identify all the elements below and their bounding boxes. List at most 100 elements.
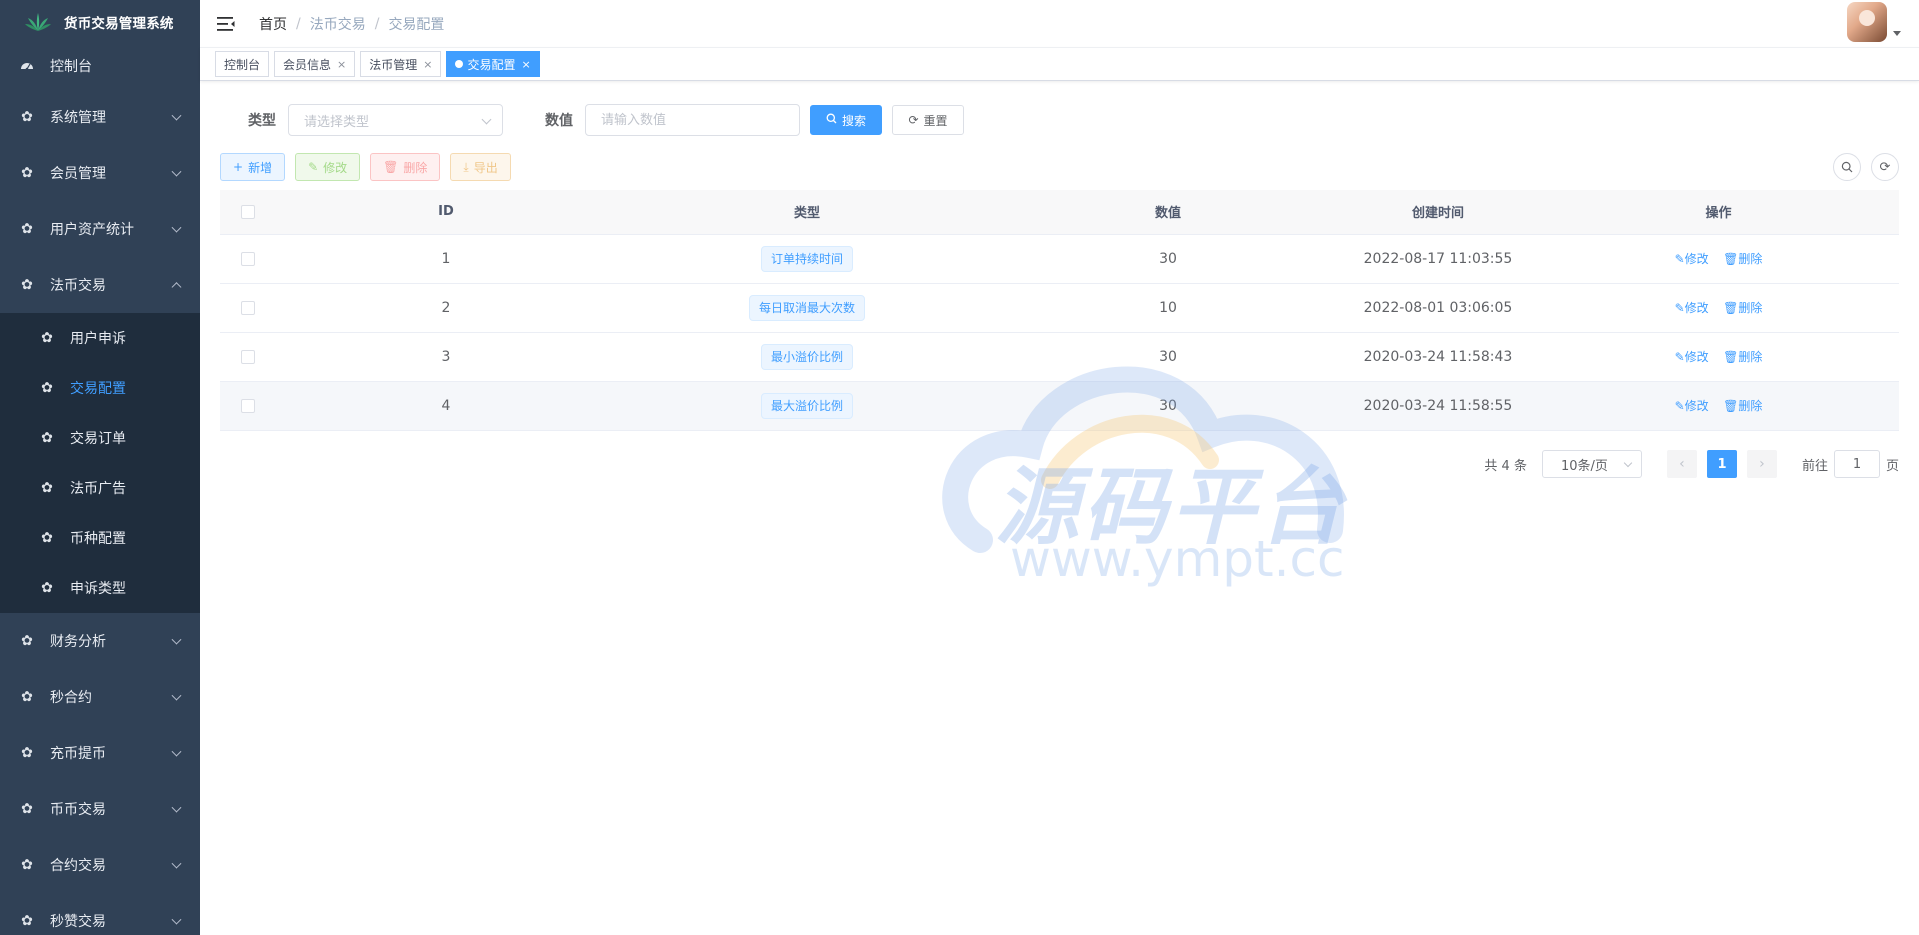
- sidebar-subitem-trade-orders[interactable]: ✿ 交易订单: [0, 413, 200, 463]
- sidebar-subitem-appeals[interactable]: ✿ 用户申诉: [0, 313, 200, 363]
- row-edit-link[interactable]: ✎修改: [1675, 350, 1709, 364]
- breadcrumb-home[interactable]: 首页: [259, 14, 287, 34]
- sidebar-item-coin-trading[interactable]: ✿ 币币交易: [0, 781, 200, 837]
- add-button-label: 新增: [248, 160, 273, 175]
- column-header: 操作: [1538, 190, 1899, 235]
- sidebar-item-deposit-withdraw[interactable]: ✿ 充币提币: [0, 725, 200, 781]
- row-edit-link[interactable]: ✎修改: [1675, 252, 1709, 266]
- type-select-placeholder: 请选择类型: [304, 114, 370, 130]
- sidebar-item-label: 会员管理: [50, 166, 106, 182]
- tag-fiat-manage[interactable]: 法币管理 ×: [360, 51, 442, 77]
- sidebar-item-label: 系统管理: [50, 110, 106, 126]
- refresh-button[interactable]: ⟳: [1871, 153, 1899, 181]
- add-button[interactable]: + 新增: [220, 153, 286, 181]
- sidebar-subitem-appeal-types[interactable]: ✿ 申诉类型: [0, 563, 200, 613]
- sidebar-item-second-contract[interactable]: ✿ 秒合约: [0, 669, 200, 725]
- tag-label: 控制台: [224, 57, 261, 72]
- column-header: 创建时间: [1338, 190, 1538, 235]
- row-checkbox[interactable]: [241, 251, 255, 266]
- row-delete-label: 删除: [1738, 350, 1763, 364]
- row-edit-label: 修改: [1684, 252, 1709, 266]
- id-cell: 1: [276, 234, 616, 284]
- value-cell: 30: [998, 381, 1338, 431]
- user-menu[interactable]: [1847, 2, 1901, 42]
- close-icon[interactable]: ×: [522, 58, 531, 71]
- search-button[interactable]: 搜索: [810, 105, 882, 135]
- sidebar-subitem-fiat-ads[interactable]: ✿ 法币广告: [0, 463, 200, 513]
- pagination: 共 4 条 10条/页 ‹ 1 › 前往 页: [1484, 450, 1899, 478]
- download-icon: ⤓: [463, 159, 469, 174]
- row-edit-link[interactable]: ✎修改: [1675, 301, 1709, 315]
- sidebar-subitem-trade-config[interactable]: ✿ 交易配置: [0, 363, 200, 413]
- select-all-checkbox[interactable]: [241, 204, 255, 219]
- row-edit-label: 修改: [1684, 350, 1709, 364]
- type-tag: 订单持续时间: [760, 245, 853, 272]
- row-delete-link[interactable]: 🗑删除: [1723, 301, 1762, 315]
- sidebar-item-dashboard[interactable]: 控制台: [0, 43, 200, 89]
- sidebar-item-asset-stats[interactable]: ✿ 用户资产统计: [0, 201, 200, 257]
- value-input[interactable]: [585, 104, 800, 136]
- sidebar-subitem-currency-config[interactable]: ✿ 币种配置: [0, 513, 200, 563]
- type-tag: 最小溢价比例: [760, 343, 853, 370]
- row-delete-link[interactable]: 🗑删除: [1723, 399, 1762, 413]
- page-number-button[interactable]: 1: [1706, 450, 1737, 478]
- sidebar-item-extra[interactable]: ✿ 秒赞交易: [0, 893, 200, 935]
- trash-icon: 🗑: [383, 160, 399, 174]
- page-size-select[interactable]: 10条/页: [1541, 450, 1642, 478]
- row-select-cell: [220, 283, 276, 333]
- delete-button[interactable]: 🗑 删除: [370, 153, 441, 181]
- refresh-icon: ⟳: [1879, 159, 1891, 175]
- close-icon[interactable]: ×: [423, 58, 432, 71]
- menu-toggle-icon[interactable]: [217, 16, 235, 32]
- row-checkbox[interactable]: [241, 300, 255, 315]
- tags-view: 控制台 会员信息 × 法币管理 × 交易配置 ×: [200, 48, 1919, 81]
- row-select-cell: [220, 381, 276, 431]
- edit-button[interactable]: ✎ 修改: [295, 153, 361, 181]
- sidebar-item-label: 合约交易: [50, 858, 106, 874]
- tag-trade-config[interactable]: 交易配置 ×: [446, 51, 540, 77]
- gear-icon: ✿: [41, 480, 53, 496]
- plus-icon: +: [233, 160, 244, 174]
- export-button[interactable]: ⤓ 导出: [450, 153, 511, 181]
- goto-page-input[interactable]: [1833, 450, 1880, 478]
- type-select[interactable]: 请选择类型: [288, 104, 503, 136]
- row-checkbox[interactable]: [241, 398, 255, 413]
- tag-label: 会员信息: [283, 57, 332, 72]
- goto-suffix: 页: [1885, 458, 1899, 474]
- row-delete-link[interactable]: 🗑删除: [1723, 350, 1762, 364]
- row-select-cell: [220, 234, 276, 284]
- watermark-text: 源码平台: [995, 458, 1348, 556]
- row-delete-label: 删除: [1738, 399, 1763, 413]
- gear-icon: ✿: [21, 745, 33, 761]
- row-checkbox[interactable]: [241, 349, 255, 364]
- gear-icon: ✿: [21, 221, 33, 237]
- sidebar-item-finance-analysis[interactable]: ✿ 财务分析: [0, 613, 200, 669]
- sidebar-item-contract-trading[interactable]: ✿ 合约交易: [0, 837, 200, 893]
- tag-dashboard[interactable]: 控制台: [215, 51, 270, 77]
- row-edit-label: 修改: [1684, 301, 1709, 315]
- edit-icon: ✎: [1674, 252, 1685, 266]
- breadcrumb-fiat: 法币交易: [309, 16, 366, 33]
- app-logo[interactable]: 货币交易管理系统: [0, 0, 200, 43]
- gear-icon: ✿: [21, 633, 33, 649]
- next-page-button[interactable]: ›: [1746, 450, 1777, 478]
- row-edit-link[interactable]: ✎修改: [1675, 399, 1709, 413]
- trash-icon: 🗑: [1723, 252, 1739, 266]
- row-delete-link[interactable]: 🗑删除: [1723, 252, 1762, 266]
- chevron-down-icon: [171, 746, 182, 757]
- reset-button[interactable]: ⟳ 重置: [892, 105, 964, 135]
- sidebar-item-system[interactable]: ✿ 系统管理: [0, 89, 200, 145]
- chevron-left-icon: ‹: [1679, 456, 1685, 472]
- prev-page-button[interactable]: ‹: [1666, 450, 1697, 478]
- gear-icon: ✿: [21, 689, 33, 705]
- sidebar-item-fiat-trading[interactable]: ✿ 法币交易: [0, 257, 200, 313]
- search-icon: [826, 113, 837, 127]
- chevron-up-icon: [171, 282, 182, 293]
- toggle-search-button[interactable]: [1833, 153, 1861, 181]
- tag-member-info[interactable]: 会员信息 ×: [274, 51, 356, 77]
- sidebar-item-members[interactable]: ✿ 会员管理: [0, 145, 200, 201]
- avatar[interactable]: [1847, 2, 1887, 42]
- gear-icon: ✿: [21, 801, 33, 817]
- gear-icon: ✿: [21, 857, 33, 873]
- close-icon[interactable]: ×: [337, 58, 346, 71]
